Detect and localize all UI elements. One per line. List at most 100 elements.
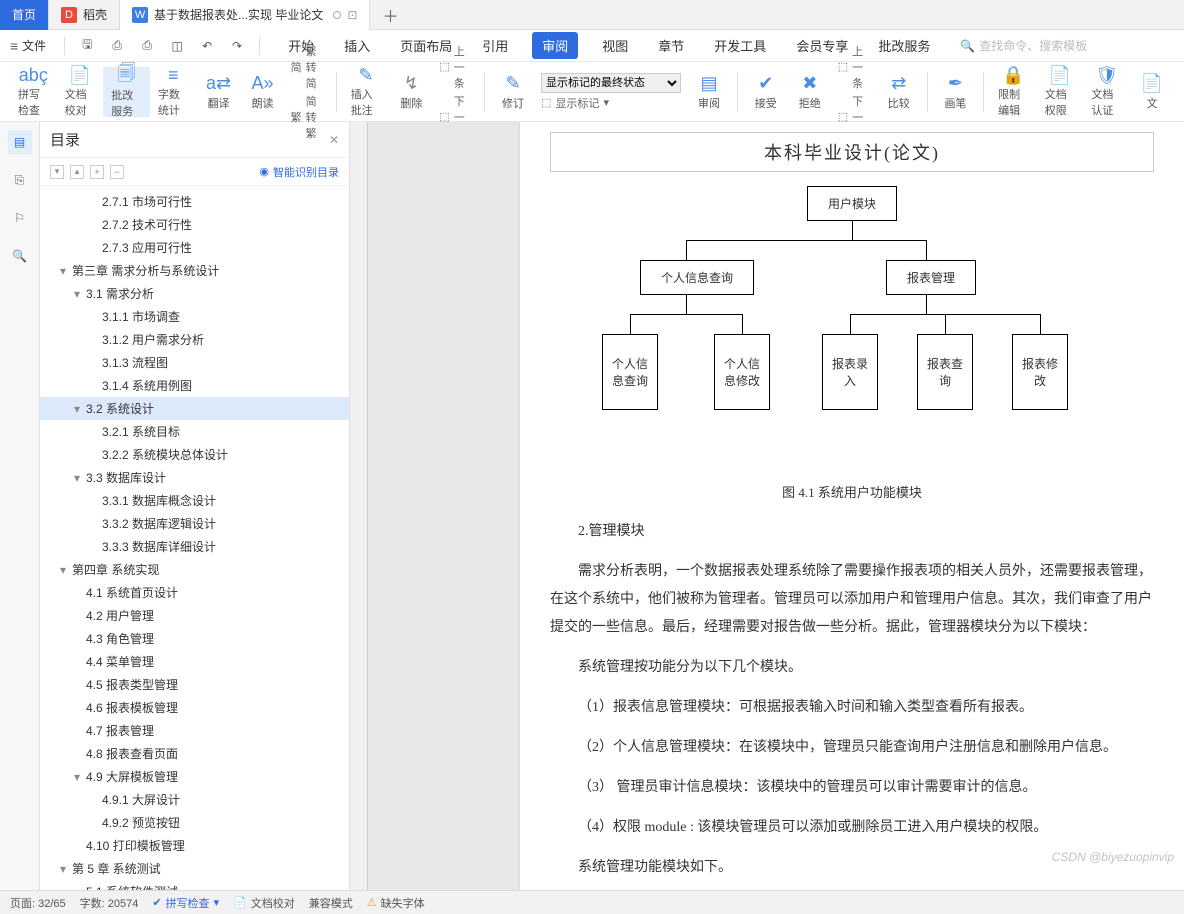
delete-comment-button[interactable]: ↯删除 (389, 67, 433, 117)
toc-add-button[interactable]: + (90, 165, 104, 179)
toc-item[interactable]: 4.9.1 大屏设计 (40, 788, 349, 811)
wordcount-button[interactable]: ≡字数统计 (150, 67, 197, 117)
toc-item[interactable]: 3.1.1 市场调查 (40, 305, 349, 328)
status-page[interactable]: 页面: 32/65 (10, 895, 66, 911)
command-search[interactable]: 🔍 查找命令、搜索模板 (960, 37, 1087, 54)
toc-item[interactable]: 3.1.2 用户需求分析 (40, 328, 349, 351)
toc-item[interactable]: 3.2.2 系统模块总体设计 (40, 443, 349, 466)
rail-outline-button[interactable]: ▤ (8, 130, 32, 154)
display-mode-select[interactable]: 显示标记的最终状态 (541, 73, 681, 93)
prev-change-button[interactable]: ⬚ 上一条 (838, 43, 871, 91)
toc-show-toggle[interactable]: ▴ (70, 165, 84, 179)
toc-item[interactable]: ▾3.1 需求分析 (40, 282, 349, 305)
new-tab-button[interactable]: ＋ (370, 3, 410, 27)
toc-item[interactable]: 4.7 报表管理 (40, 719, 349, 742)
rail-search-button[interactable]: 🔍 (8, 244, 32, 268)
readaloud-button[interactable]: A»朗读 (241, 67, 285, 117)
tab-unsaved-indicator (333, 11, 341, 19)
restrict-edit-button[interactable]: 🔒限制编辑 (990, 67, 1037, 117)
toc-item[interactable]: 4.4 菜单管理 (40, 650, 349, 673)
menu-chapter[interactable]: 章节 (652, 32, 690, 59)
toc-item[interactable]: 3.3.3 数据库详细设计 (40, 535, 349, 558)
toc-item[interactable]: ▾3.2 系统设计 (40, 397, 349, 420)
menu-review[interactable]: 审阅 (532, 32, 578, 59)
doc-enc-button[interactable]: 📄文 (1130, 67, 1174, 117)
toc-item[interactable]: 4.3 角色管理 (40, 627, 349, 650)
toc-item[interactable]: 3.3.2 数据库逻辑设计 (40, 512, 349, 535)
menu-devtools[interactable]: 开发工具 (708, 32, 772, 59)
doc-cert-button[interactable]: 🛡文档认证 (1083, 67, 1130, 117)
status-compat[interactable]: 兼容模式 (309, 895, 353, 911)
status-missing-font[interactable]: ⚠缺失字体 (367, 895, 425, 911)
trad-to-simp-button[interactable]: 简繁转简 (291, 43, 324, 91)
translate-button[interactable]: a⇄翻译 (197, 67, 241, 117)
toc-item[interactable]: 3.3.1 数据库概念设计 (40, 489, 349, 512)
toc-item[interactable]: 2.7.1 市场可行性 (40, 190, 349, 213)
toc-item[interactable]: ▾4.9 大屏模板管理 (40, 765, 349, 788)
undo-icon[interactable]: ↶ (195, 34, 219, 58)
toc-item-label: 3.2.2 系统模块总体设计 (102, 448, 228, 462)
tab-daoke[interactable]: D稻壳 (49, 0, 120, 30)
rail-bookmark-button[interactable]: ⚐ (8, 206, 32, 230)
toc-item-label: 3.3.2 数据库逻辑设计 (102, 517, 216, 531)
toc-item-label: 4.3 角色管理 (86, 632, 154, 646)
menu-view[interactable]: 视图 (596, 32, 634, 59)
prev-comment-button[interactable]: ⬚ 上一条 (439, 43, 472, 91)
compare-button[interactable]: ⇄比较 (877, 67, 921, 117)
insert-comment-button[interactable]: ✎插入批注 (343, 67, 390, 117)
toc-item[interactable]: 4.10 打印模板管理 (40, 834, 349, 857)
toc-item[interactable]: 2.7.3 应用可行性 (40, 236, 349, 259)
display-marks-button[interactable]: ⬚ 显示标记 ▾ (541, 95, 681, 111)
menu-batch[interactable]: 批改服务 (872, 32, 936, 59)
toc-item-label: 4.2 用户管理 (86, 609, 154, 623)
tab-home[interactable]: 首页 (0, 0, 49, 30)
document-canvas[interactable]: 本科毕业设计(论文) 用户模块 个人信息查询 报表管理 (350, 122, 1184, 890)
toc-item[interactable]: 4.8 报表查看页面 (40, 742, 349, 765)
toc-item[interactable]: 3.1.4 系统用例图 (40, 374, 349, 397)
toc-item[interactable]: 3.2.1 系统目标 (40, 420, 349, 443)
toc-item[interactable]: ▾第 5 章 系统测试 (40, 857, 349, 880)
toc-item[interactable]: ▾第三章 需求分析与系统设计 (40, 259, 349, 282)
track-changes-button[interactable]: ✎修订 (491, 67, 535, 117)
toc-item[interactable]: 4.6 报表模板管理 (40, 696, 349, 719)
left-rail: ▤ ⎘ ⚐ 🔍 (0, 122, 40, 890)
batch-service-button[interactable]: 🗐批改服务 (103, 67, 150, 117)
spellcheck-button[interactable]: abç拼写检查 (10, 67, 57, 117)
toc-remove-button[interactable]: − (110, 165, 124, 179)
save-icon[interactable]: 🖫 (75, 34, 99, 58)
doc-perm-button[interactable]: 📄文档权限 (1037, 67, 1084, 117)
compare-icon: ⇄ (891, 73, 906, 95)
redo-icon[interactable]: ↷ (225, 34, 249, 58)
status-spell[interactable]: ✔拼写检查 ▾ (152, 895, 219, 911)
review-pane-button[interactable]: ▤审阅 (687, 67, 731, 117)
toc-item[interactable]: 4.2 用户管理 (40, 604, 349, 627)
toc-item[interactable]: 4.9.2 预览按钮 (40, 811, 349, 834)
rail-thumbnail-button[interactable]: ⎘ (8, 168, 32, 192)
pen-button[interactable]: ✒画笔 (933, 67, 977, 117)
file-menu[interactable]: ≡文件 (10, 37, 46, 54)
document-proof-button[interactable]: 📄文档校对 (57, 67, 104, 117)
preview-icon[interactable]: ◫ (165, 34, 189, 58)
toc-item[interactable]: 4.5 报表类型管理 (40, 673, 349, 696)
reject-button[interactable]: ✖拒绝 (788, 67, 832, 117)
enc-icon: 📄 (1141, 73, 1163, 95)
status-words[interactable]: 字数: 20574 (80, 895, 139, 911)
tab-view-icon[interactable]: ⊡ (347, 8, 357, 22)
toc-smart-recognize[interactable]: ◉智能识别目录 (259, 164, 339, 180)
status-proof[interactable]: 📄文档校对 (233, 895, 295, 911)
menu-reference[interactable]: 引用 (476, 32, 514, 59)
toc-item[interactable]: 5.1 系统软件测试 (40, 880, 349, 890)
toc-item[interactable]: 2.7.2 技术可行性 (40, 213, 349, 236)
saveas-icon[interactable]: ⎙ (105, 34, 129, 58)
accept-button[interactable]: ✔接受 (744, 67, 788, 117)
toc-collapse-toggle[interactable]: ▾ (50, 165, 64, 179)
print-icon[interactable]: ⎙ (135, 34, 159, 58)
toc-item-label: 4.7 报表管理 (86, 724, 154, 738)
menu-insert[interactable]: 插入 (338, 32, 376, 59)
tab-document[interactable]: W 基于数据报表处...实现 毕业论文 ⊡ (120, 0, 370, 30)
toc-item[interactable]: ▾第四章 系统实现 (40, 558, 349, 581)
toc-item[interactable]: ▾3.3 数据库设计 (40, 466, 349, 489)
toc-close-button[interactable]: ✕ (329, 133, 339, 147)
toc-item[interactable]: 3.1.3 流程图 (40, 351, 349, 374)
toc-item[interactable]: 4.1 系统首页设计 (40, 581, 349, 604)
